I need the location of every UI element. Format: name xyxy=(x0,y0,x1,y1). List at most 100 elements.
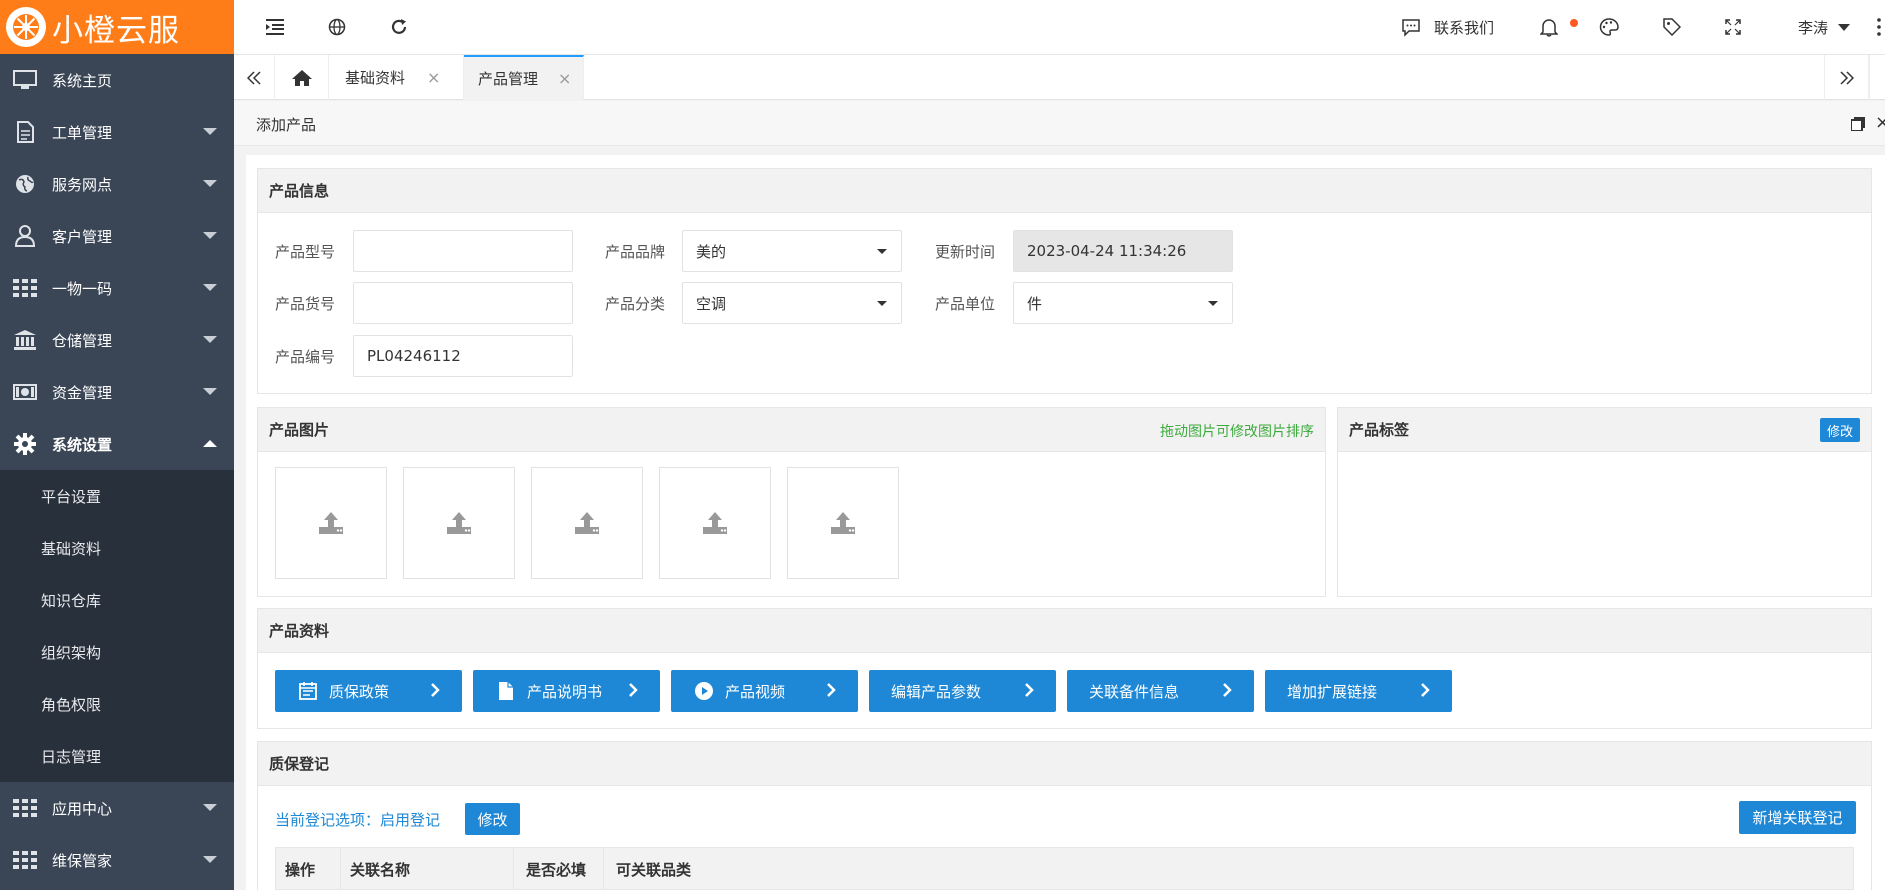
close-icon[interactable]: × xyxy=(558,69,571,88)
tabs-scroll-right[interactable] xyxy=(1824,55,1869,100)
chat-icon[interactable] xyxy=(1398,14,1424,40)
panel-title: 产品标签 xyxy=(1349,421,1410,439)
double-chevron-left-icon xyxy=(247,70,261,85)
edit-tags-button[interactable]: 修改 xyxy=(1820,418,1860,442)
tab-product-management[interactable]: 产品管理 × xyxy=(464,55,584,100)
image-upload-slot[interactable] xyxy=(275,467,387,579)
sidebar-item-label: 客户管理 xyxy=(52,227,113,246)
grid-icon xyxy=(12,277,38,299)
tab-home[interactable] xyxy=(275,55,329,100)
sidebar-item-home[interactable]: 系统主页 xyxy=(0,54,234,106)
money-icon xyxy=(12,381,38,403)
product-info-panel: 产品信息 产品型号 产品品牌 美的 更新时间 2023-04-24 11:34:… xyxy=(257,168,1872,394)
sidebar: 小橙云服 系统主页 工单管理 服务网点 客户管理 一物一码 仓储管理 资金管理 … xyxy=(0,0,234,890)
chevron-down-icon xyxy=(203,232,217,239)
image-upload-slot[interactable] xyxy=(403,467,515,579)
chevron-down-icon xyxy=(203,284,217,291)
upload-icon xyxy=(831,512,855,534)
column-divider xyxy=(603,848,604,890)
palette-icon[interactable] xyxy=(1596,14,1622,40)
page-title: 添加产品 xyxy=(256,116,317,134)
image-upload-slot[interactable] xyxy=(659,467,771,579)
add-extension-link-button[interactable]: 增加扩展链接 xyxy=(1265,670,1452,712)
submenu-item-platform[interactable]: 平台设置 xyxy=(0,470,234,522)
unit-value: 件 xyxy=(1027,294,1043,313)
submenu-item-basic-data[interactable]: 基础资料 xyxy=(0,522,234,574)
submenu-item-logs[interactable]: 日志管理 xyxy=(0,730,234,782)
close-icon[interactable]: × xyxy=(1875,112,1885,133)
unit-select[interactable]: 件 xyxy=(1013,282,1233,324)
sidebar-item-funds[interactable]: 资金管理 xyxy=(0,366,234,418)
collapse-menu-icon[interactable] xyxy=(262,14,288,40)
add-registration-button[interactable]: 新增关联登记 xyxy=(1739,801,1856,834)
updated-time-field: 2023-04-24 11:34:26 xyxy=(1013,230,1233,272)
chevron-right-icon xyxy=(430,683,440,701)
caret-down-icon xyxy=(877,301,887,306)
submenu-item-knowledge[interactable]: 知识仓库 xyxy=(0,574,234,626)
column-header: 是否必填 xyxy=(526,861,587,879)
caret-down-icon xyxy=(1208,301,1218,306)
brand-select[interactable]: 美的 xyxy=(682,230,902,272)
close-icon[interactable]: × xyxy=(427,68,440,87)
tag-icon[interactable] xyxy=(1659,14,1685,40)
monitor-icon xyxy=(12,69,38,91)
sidebar-item-workorder[interactable]: 工单管理 xyxy=(0,106,234,158)
bank-icon xyxy=(12,329,38,351)
contact-us-link[interactable]: 联系我们 xyxy=(1434,17,1494,38)
warranty-table-header: 操作 关联名称 是否必填 可关联品类 xyxy=(275,847,1854,890)
button-label: 质保政策 xyxy=(329,682,390,701)
tab-basic-data[interactable]: 基础资料 × xyxy=(329,55,464,100)
manual-button[interactable]: 产品说明书 xyxy=(473,670,660,712)
sidebar-item-label: 资金管理 xyxy=(52,383,113,402)
column-divider xyxy=(513,848,514,890)
edit-registration-button[interactable]: 修改 xyxy=(465,803,520,835)
image-upload-slot[interactable] xyxy=(531,467,643,579)
code-input[interactable]: PL04246112 xyxy=(353,335,573,377)
upload-icon xyxy=(703,512,727,534)
globe-icon[interactable] xyxy=(324,14,350,40)
submenu-item-roles[interactable]: 角色权限 xyxy=(0,678,234,730)
video-button[interactable]: 产品视频 xyxy=(671,670,858,712)
bell-icon[interactable] xyxy=(1536,14,1562,40)
notification-dot xyxy=(1570,19,1578,27)
sku-input[interactable] xyxy=(353,282,573,324)
top-header: 联系我们 李涛 xyxy=(234,0,1885,55)
sidebar-item-customers[interactable]: 客户管理 xyxy=(0,210,234,262)
sidebar-item-label: 工单管理 xyxy=(52,123,113,142)
category-select[interactable]: 空调 xyxy=(682,282,902,324)
submenu-item-organization[interactable]: 组织架构 xyxy=(0,626,234,678)
edit-params-button[interactable]: 编辑产品参数 xyxy=(869,670,1056,712)
link-spare-parts-button[interactable]: 关联备件信息 xyxy=(1067,670,1254,712)
image-upload-slot[interactable] xyxy=(787,467,899,579)
page-header: 添加产品 × xyxy=(234,101,1885,146)
sidebar-item-settings[interactable]: 系统设置 xyxy=(0,418,234,470)
sidebar-main-nav: 系统主页 工单管理 服务网点 客户管理 一物一码 仓储管理 资金管理 系统设置 xyxy=(0,54,234,470)
sidebar-item-one-code[interactable]: 一物一码 xyxy=(0,262,234,314)
chevron-down-icon xyxy=(203,180,217,187)
home-icon xyxy=(291,69,312,86)
chevron-right-icon xyxy=(628,683,638,701)
refresh-icon[interactable] xyxy=(386,14,412,40)
panel-title: 产品资料 xyxy=(258,609,1871,653)
sidebar-item-app-center[interactable]: 应用中心 xyxy=(0,782,234,834)
sidebar-item-warehouse[interactable]: 仓储管理 xyxy=(0,314,234,366)
model-input[interactable] xyxy=(353,230,573,272)
column-header: 可关联品类 xyxy=(616,861,692,879)
sidebar-item-label: 仓储管理 xyxy=(52,331,113,350)
category-value: 空调 xyxy=(696,294,727,313)
button-label: 产品说明书 xyxy=(527,682,603,701)
sidebar-item-service-outlets[interactable]: 服务网点 xyxy=(0,158,234,210)
caret-down-icon xyxy=(877,249,887,254)
brand-label: 产品品牌 xyxy=(605,243,666,261)
sidebar-item-maintenance[interactable]: 维保管家 xyxy=(0,834,234,886)
fullscreen-icon[interactable] xyxy=(1720,14,1746,40)
tabs-dropdown[interactable] xyxy=(1869,55,1885,100)
brand-logo[interactable]: 小橙云服 xyxy=(0,0,234,54)
warranty-policy-button[interactable]: 质保政策 xyxy=(275,670,462,712)
tabs-scroll-left[interactable] xyxy=(234,55,275,100)
user-menu[interactable]: 李涛 xyxy=(1798,17,1828,38)
document-icon xyxy=(12,121,38,143)
product-docs-panel: 产品资料 质保政策 产品说明书 产品视频 编辑产品参数 关联备件信息 增加扩展链… xyxy=(257,608,1872,729)
more-vertical-icon[interactable] xyxy=(1877,17,1881,37)
restore-window-icon[interactable] xyxy=(1850,117,1865,135)
